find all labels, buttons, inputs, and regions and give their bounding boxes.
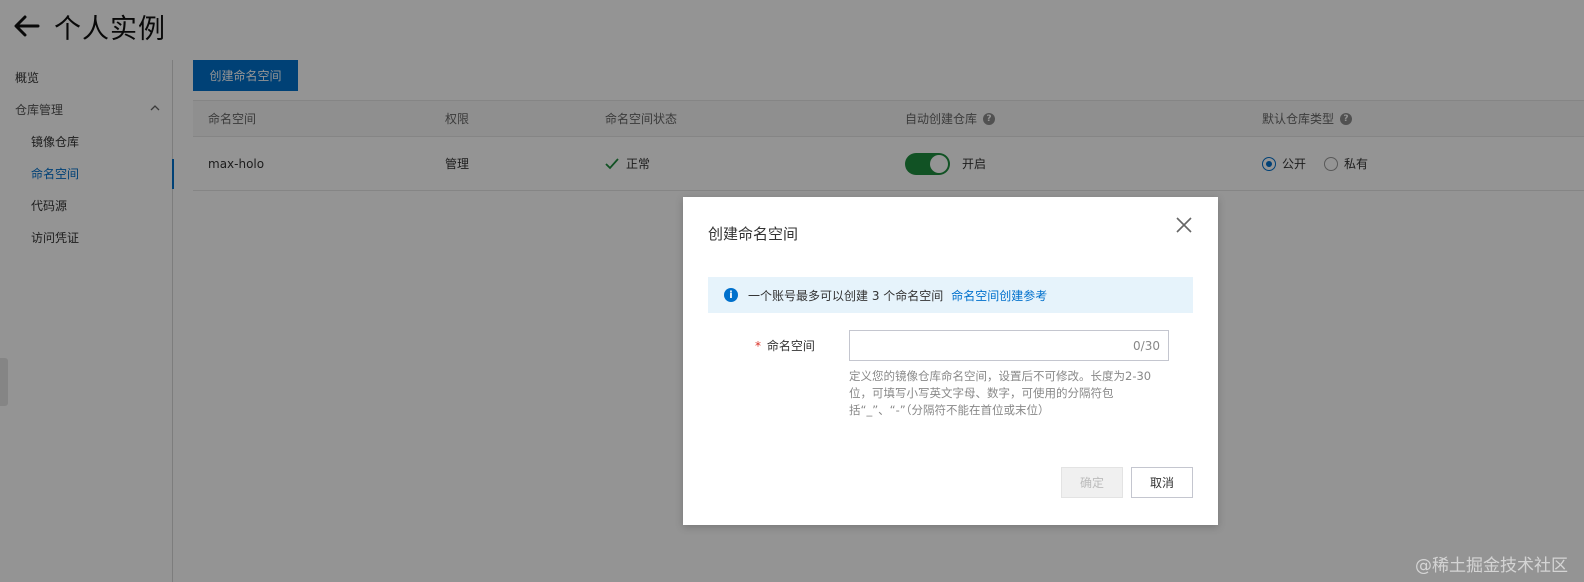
char-counter: 0/30 xyxy=(1133,339,1160,353)
notice-link[interactable]: 命名空间创建参考 xyxy=(951,287,1047,304)
confirm-button[interactable]: 确定 xyxy=(1061,467,1123,498)
namespace-help-text: 定义您的镜像仓库命名空间，设置后不可修改。长度为2-30位，可填写小写英文字母、… xyxy=(849,369,1152,417)
watermark: @稀土掘金技术社区 xyxy=(1415,556,1568,576)
required-mark: * xyxy=(755,339,761,353)
cancel-button[interactable]: 取消 xyxy=(1131,467,1193,498)
info-notice: i 一个账号最多可以创建 3 个命名空间 命名空间创建参考 xyxy=(708,277,1193,313)
namespace-input[interactable] xyxy=(850,331,1168,360)
namespace-field: 0/30 xyxy=(849,330,1169,361)
namespace-field-label: * 命名空间 xyxy=(755,339,815,353)
dialog-title: 创建命名空间 xyxy=(708,225,799,243)
close-icon[interactable] xyxy=(1174,215,1194,235)
create-namespace-dialog: 创建命名空间 i 一个账号最多可以创建 3 个命名空间 命名空间创建参考 * 命… xyxy=(683,197,1218,525)
info-icon: i xyxy=(724,288,738,302)
notice-text: 一个账号最多可以创建 3 个命名空间 xyxy=(748,288,944,303)
